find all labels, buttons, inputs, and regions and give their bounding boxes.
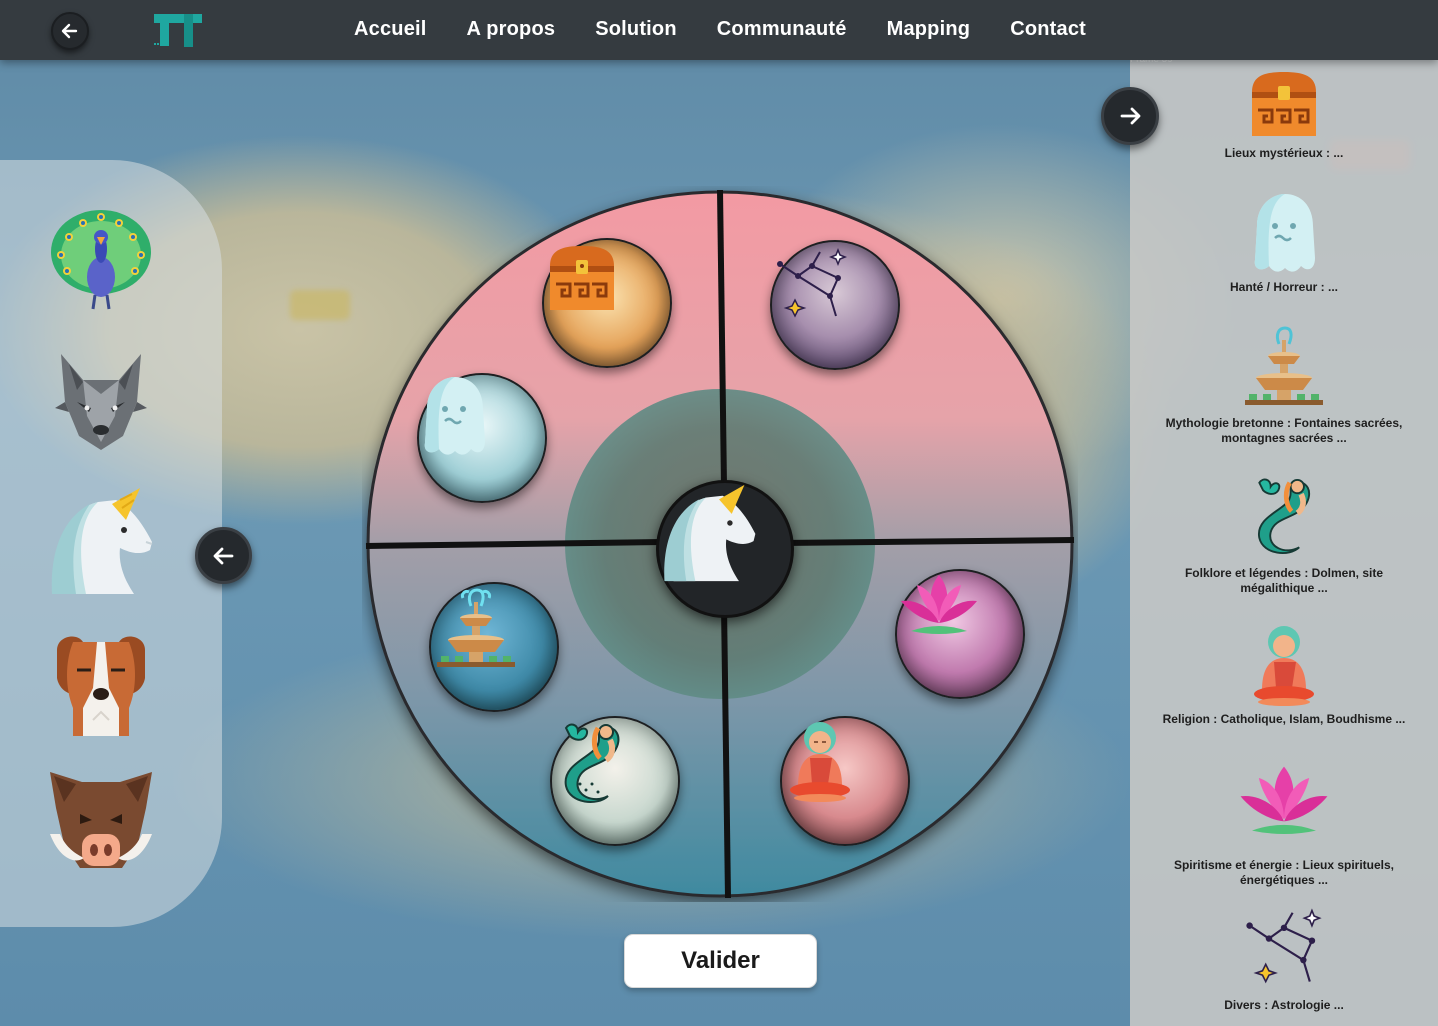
unicorn-icon [51, 488, 153, 594]
back-button[interactable] [51, 12, 89, 50]
validate-button[interactable]: Valider [624, 934, 817, 988]
legend-label: Folklore et légendes : Dolmen, site méga… [1184, 566, 1384, 595]
treasure-chest-icon [550, 246, 614, 310]
category-legend-panel: Frame 59 Lieux mystérieux : ... Hanté / … [1130, 54, 1438, 1026]
legend-item-religion[interactable]: Religion : Catholique, Islam, Boudhisme … [1130, 622, 1438, 727]
legend-item-spiritisme-energie[interactable]: Spiritisme et énergie : Lieux spirituels… [1130, 762, 1438, 888]
wheel-option-monk[interactable] [780, 716, 910, 846]
fountain-icon [1245, 326, 1323, 405]
wheel-option-treasure[interactable] [542, 238, 672, 368]
unicorn-option[interactable] [46, 486, 156, 596]
legend-item-folklore-legendes[interactable]: Folklore et légendes : Dolmen, site méga… [1130, 470, 1438, 596]
wheel-option-ghost[interactable] [417, 373, 547, 503]
legend-item-divers[interactable]: Divers : Astrologie ... [1130, 902, 1438, 1013]
wheel-option-mermaid[interactable] [550, 716, 680, 846]
legend-item-mythologie-bretonne[interactable]: Mythologie bretonne : Fontaines sacrées,… [1130, 322, 1438, 446]
unicorn-icon [664, 484, 756, 582]
nav-mapping[interactable]: Mapping [887, 18, 971, 43]
arrow-left-icon [61, 23, 78, 39]
nav-contact[interactable]: Contact [1010, 18, 1086, 43]
constellation-icon [1246, 908, 1322, 984]
nav-a-propos[interactable]: A propos [467, 18, 556, 43]
peacock-option[interactable] [46, 206, 156, 316]
collapse-left-panel-button[interactable] [195, 527, 252, 584]
category-wheel [362, 186, 1078, 902]
monk-icon [1254, 626, 1314, 706]
wolf-option[interactable] [46, 345, 156, 455]
legend-item-hante-horreur[interactable]: Hanté / Horreur : ... [1130, 192, 1438, 295]
lotus-icon [1240, 766, 1328, 834]
legend-label: Religion : Catholique, Islam, Boudhisme … [1162, 712, 1406, 726]
arrow-left-icon [213, 547, 233, 564]
lotus-icon [901, 575, 977, 634]
legend-label: Spiritisme et énergie : Lieux spirituels… [1173, 858, 1395, 887]
wheel-option-lotus[interactable] [895, 569, 1025, 699]
ghost-icon [424, 377, 485, 455]
logo[interactable] [152, 13, 204, 49]
arrow-right-icon [1120, 107, 1141, 125]
top-navigation-bar: Accueil A propos Solution Communauté Map… [0, 0, 1438, 60]
peacock-icon [51, 210, 151, 310]
constellation-icon [777, 247, 848, 318]
legend-item-lieux-mysterieux[interactable]: Lieux mystérieux : ... [1130, 66, 1438, 161]
wolf-icon [55, 354, 147, 450]
selected-animal-center[interactable] [656, 480, 794, 618]
legend-label: Mythologie bretonne : Fontaines sacrées,… [1165, 416, 1403, 445]
legend-label: Divers : Astrologie ... [1224, 998, 1344, 1012]
dog-option[interactable] [46, 627, 156, 737]
wheel-option-fountain[interactable] [429, 582, 559, 712]
nav-solution[interactable]: Solution [595, 18, 677, 43]
boar-icon [50, 772, 152, 868]
monk-icon [790, 722, 850, 802]
boar-option[interactable] [46, 768, 156, 878]
legend-label: Hanté / Horreur : ... [1229, 280, 1339, 294]
wheel-option-constellation[interactable] [770, 240, 900, 370]
dog-icon [57, 636, 145, 736]
nav-communaute[interactable]: Communauté [717, 18, 847, 43]
mermaid-icon [1258, 478, 1310, 554]
expand-right-panel-button[interactable] [1101, 87, 1159, 145]
ghost-icon [1254, 194, 1315, 272]
nav-accueil[interactable]: Accueil [354, 18, 427, 43]
legend-label: Lieux mystérieux : ... [1224, 146, 1344, 160]
mermaid-icon [564, 723, 620, 803]
animal-selector-panel [0, 160, 222, 927]
main-nav: Accueil A propos Solution Communauté Map… [335, 0, 1126, 60]
fountain-icon [437, 588, 515, 667]
treasure-chest-icon [1252, 72, 1316, 136]
